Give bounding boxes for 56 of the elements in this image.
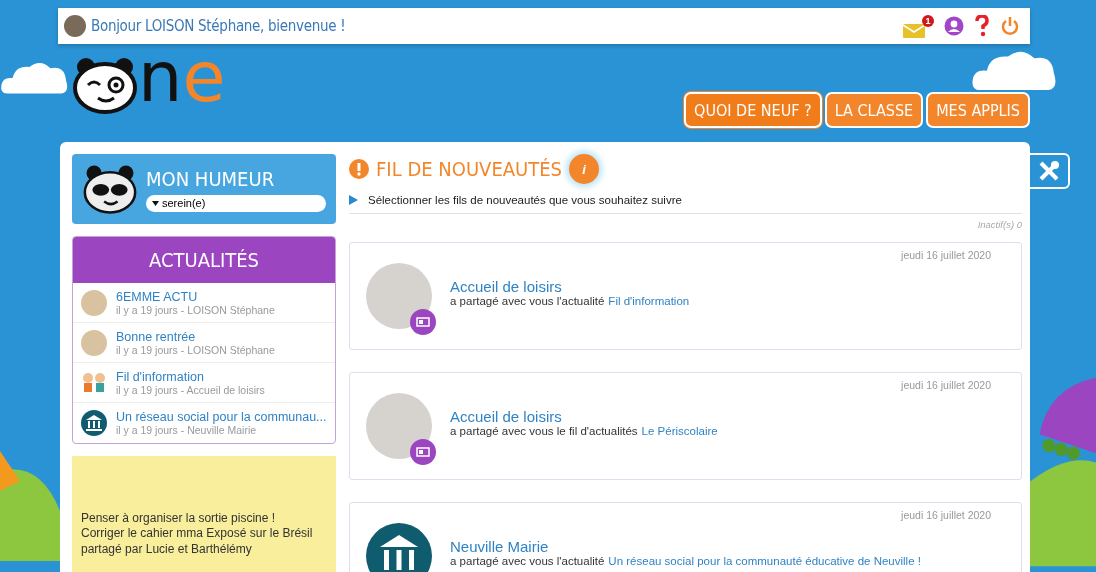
info-button[interactable]: i [569, 154, 600, 184]
action-text: a partagé avec vous l'actualité [450, 294, 605, 307]
notification-badge: 1 [922, 14, 934, 27]
author-link[interactable]: Accueil de loisirs [450, 277, 690, 295]
town-hall-icon [81, 410, 107, 436]
help-button[interactable] [974, 15, 990, 37]
action-text: a partagé avec vous l'actualité [450, 554, 605, 567]
feed-date: jeudi 16 juillet 2020 [901, 249, 991, 261]
account-button[interactable] [944, 16, 964, 36]
avatar-photo [81, 329, 107, 356]
news-meta: il y a 19 jours - Accueil de loisirs [116, 383, 265, 396]
author-link[interactable]: Accueil de loisirs [450, 407, 718, 425]
help-icon [974, 15, 990, 37]
news-title-link[interactable]: Un réseau social pour la communau... [116, 410, 327, 424]
avatar-photo [81, 289, 107, 316]
caret-icon [152, 200, 159, 206]
news-meta: il y a 19 jours - LOISON Stéphane [116, 303, 275, 316]
feed-date: jeudi 16 juillet 2020 [901, 379, 991, 391]
item-link[interactable]: Un réseau social pour la communauté éducative de Neuville ! [608, 554, 921, 567]
user-avatar [64, 15, 86, 37]
logo-letter: n [138, 42, 183, 112]
nav-tab[interactable]: MES APPLIS [926, 92, 1030, 128]
tools-icon [1038, 160, 1060, 182]
mood-dropdown[interactable]: serein(e) [146, 194, 326, 212]
note-text: Penser à organiser la sortie piscine ! Corriger le cahier mma Exposé sur le Brésil partagé par Lucie et Barthélémy [81, 510, 314, 558]
news-title-link[interactable]: 6EMME ACTU [116, 289, 275, 304]
greeting-text: Bonjour LOISON Stéphane, bienvenue ! [91, 17, 346, 35]
logo[interactable]: ne [72, 44, 226, 124]
news-title: ACTUALITÉS [148, 248, 260, 272]
mood-title: MON HUMEUR [146, 166, 276, 191]
panda-face-icon [82, 163, 138, 215]
author-link[interactable]: Neuville Mairie [450, 537, 921, 555]
item-link[interactable]: Le Périscolaire [641, 424, 718, 437]
feed-date: jeudi 16 juillet 2020 [901, 509, 991, 521]
item-link[interactable]: Fil d'information [608, 294, 690, 307]
expand-arrow-icon [349, 195, 358, 205]
feed-filter-link[interactable]: Sélectionner les fils de nouveautés que vous souhaitez suivre [368, 194, 682, 206]
logo-letter: e [182, 42, 226, 112]
envelope-icon [903, 21, 927, 38]
inactive-count: Inactif(s) 0 [977, 219, 1022, 230]
feed-title: FIL DE NOUVEAUTÉS [376, 157, 563, 181]
news-title-link[interactable]: Fil d'information [116, 369, 265, 384]
mail-button[interactable]: 1 [903, 14, 934, 38]
alert-icon [349, 159, 369, 179]
news-meta: il y a 19 jours - Neuville Mairie [116, 424, 258, 436]
settings-button[interactable] [1030, 153, 1070, 189]
user-icon [944, 16, 964, 36]
news-badge-icon [410, 309, 436, 335]
logout-button[interactable] [1000, 16, 1020, 36]
action-text: a partagé avec vous le fil d'actualités [450, 424, 638, 437]
power-icon [1000, 16, 1020, 36]
nav-tab[interactable]: QUOI DE NEUF ? [684, 92, 822, 128]
nav-tab[interactable]: LA CLASSE [824, 92, 924, 128]
news-badge-icon [410, 439, 436, 465]
news-title-link[interactable]: Bonne rentrée [116, 329, 275, 344]
news-meta: il y a 19 jours - LOISON Stéphane [116, 343, 275, 356]
